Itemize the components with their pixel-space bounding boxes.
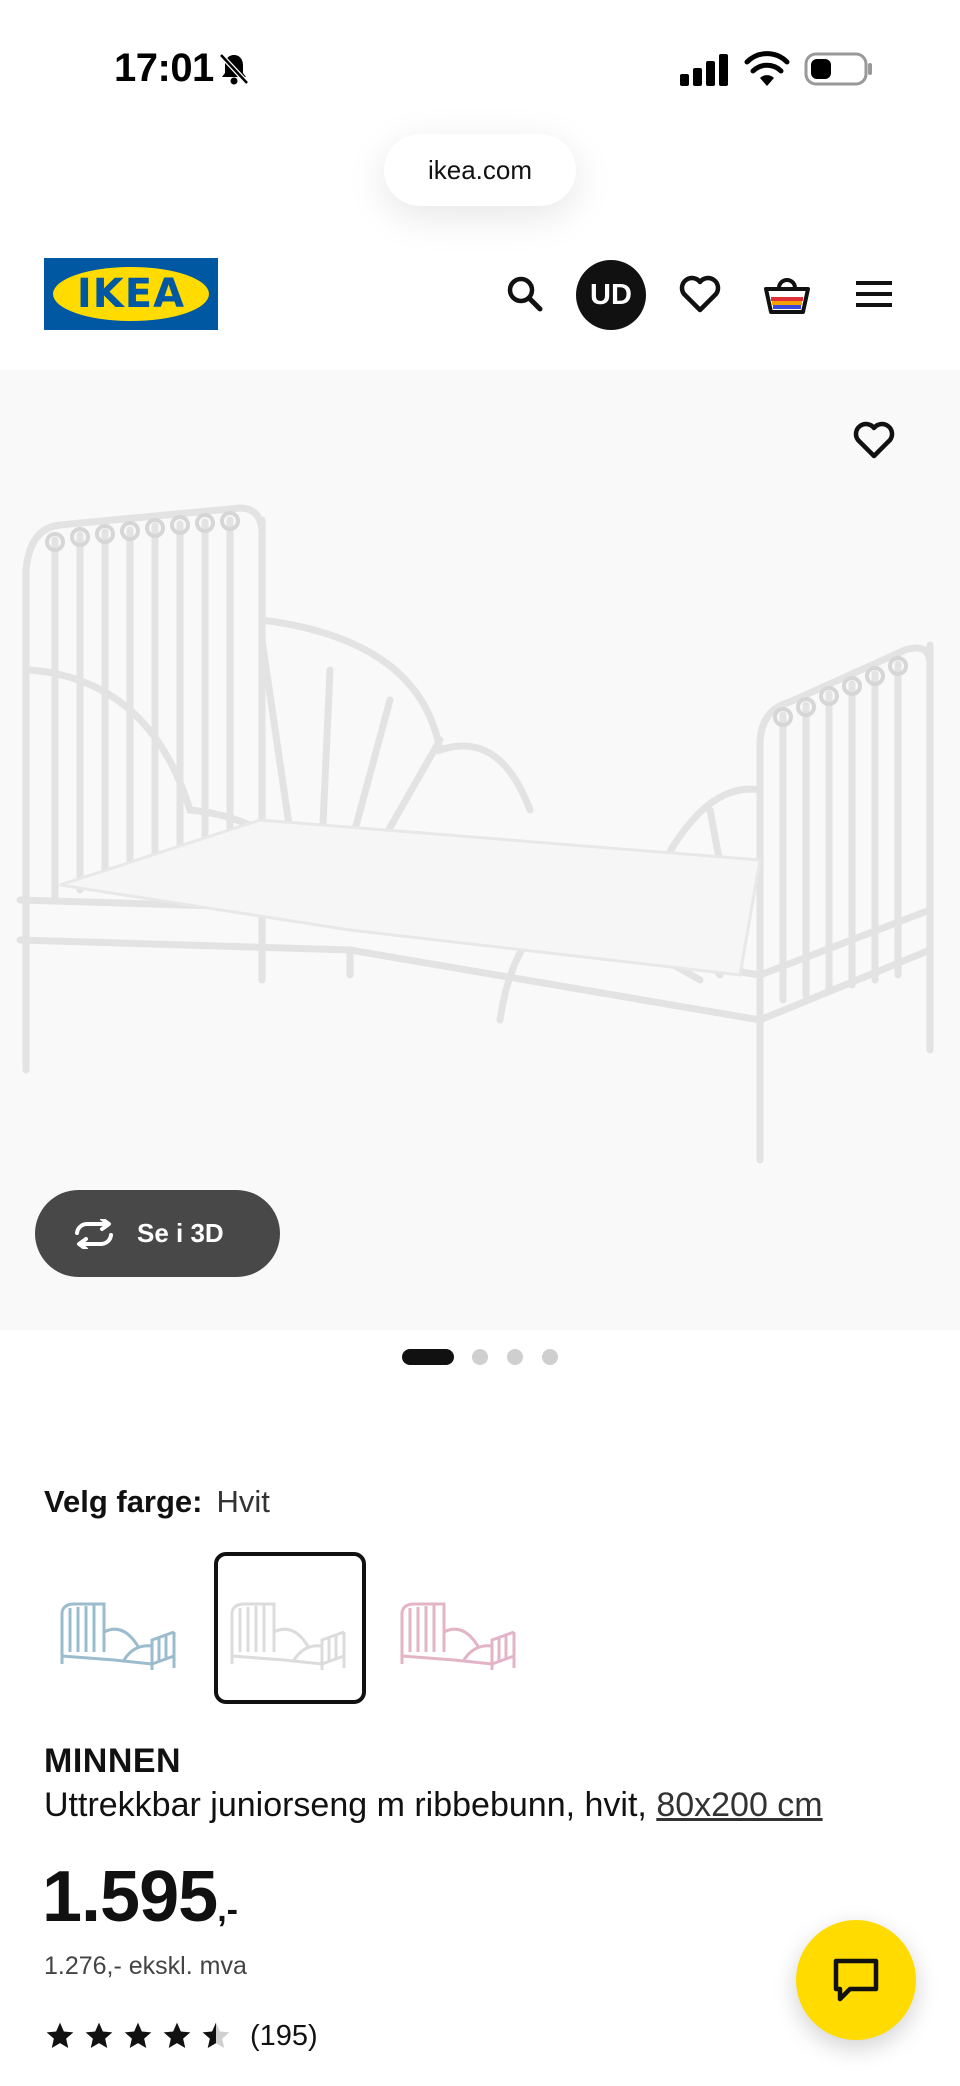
price-main: 1.595 bbox=[42, 1857, 218, 1937]
star-half-icon bbox=[202, 2022, 230, 2048]
menu-button[interactable] bbox=[846, 264, 902, 324]
selected-color-value: Hvit bbox=[216, 1484, 270, 1519]
star-full-icon bbox=[46, 2022, 74, 2048]
pagination-dot-active[interactable] bbox=[402, 1349, 454, 1365]
review-count[interactable]: (195) bbox=[250, 2020, 318, 2053]
color-chooser-label: Velg farge: bbox=[44, 1484, 203, 1519]
cart-icon bbox=[764, 278, 810, 314]
star-full-icon bbox=[124, 2022, 152, 2048]
product-name: MINNEN bbox=[44, 1742, 182, 1780]
rotate-3d-icon bbox=[75, 1218, 113, 1249]
cellular-signal-icon bbox=[680, 54, 728, 86]
logo-text: IKEA bbox=[76, 271, 186, 317]
bell-muted-icon bbox=[219, 53, 249, 85]
product-description: Uttrekkbar juniorseng m ribbebunn, hvit,… bbox=[44, 1786, 823, 1825]
search-icon bbox=[507, 276, 543, 312]
pagination-dot[interactable] bbox=[472, 1349, 488, 1365]
product-size-link[interactable]: 80x200 cm bbox=[656, 1786, 822, 1824]
view-in-3d-label: Se i 3D bbox=[137, 1218, 224, 1248]
color-chooser-heading: Velg farge: Hvit bbox=[44, 1484, 270, 1520]
price-suffix: ,- bbox=[217, 1891, 238, 1929]
swatch-thumbnail-white bbox=[230, 1602, 346, 1670]
star-full-icon bbox=[163, 2022, 191, 2048]
product-image-bed bbox=[16, 504, 934, 1164]
star-full-icon bbox=[85, 2022, 113, 2048]
menu-icon bbox=[856, 281, 892, 307]
pagination-dot[interactable] bbox=[507, 1349, 523, 1365]
product-price: 1.595,- bbox=[42, 1856, 238, 1938]
color-swatch-blue[interactable] bbox=[44, 1552, 196, 1704]
color-swatch-pink[interactable] bbox=[384, 1552, 536, 1704]
cart-button[interactable] bbox=[759, 264, 815, 324]
add-to-favourites-button[interactable] bbox=[846, 412, 902, 468]
account-avatar[interactable]: UD bbox=[576, 260, 646, 330]
chat-icon bbox=[833, 1958, 879, 2002]
color-swatch-white[interactable] bbox=[214, 1552, 366, 1704]
gallery-pagination bbox=[0, 1345, 960, 1367]
wifi-icon bbox=[744, 51, 790, 86]
chat-button[interactable] bbox=[796, 1920, 916, 2040]
swatch-thumbnail-pink bbox=[400, 1602, 516, 1670]
view-in-3d-button[interactable]: Se i 3D bbox=[35, 1190, 280, 1277]
ikea-logo[interactable]: IKEA bbox=[44, 258, 218, 330]
search-button[interactable] bbox=[497, 264, 553, 324]
product-description-text: Uttrekkbar juniorseng m ribbebunn, hvit, bbox=[44, 1786, 647, 1824]
logo-oval: IKEA bbox=[53, 267, 209, 321]
battery-icon bbox=[804, 52, 872, 86]
heart-icon bbox=[853, 421, 895, 459]
rating-stars[interactable] bbox=[44, 2020, 239, 2052]
status-time: 17:01 bbox=[114, 46, 214, 90]
price-ex-vat: 1.276,- ekskl. mva bbox=[44, 1952, 247, 1980]
pagination-dot[interactable] bbox=[542, 1349, 558, 1365]
swatch-thumbnail-blue bbox=[60, 1602, 176, 1670]
heart-icon bbox=[679, 275, 721, 313]
url-bar[interactable]: ikea.com bbox=[384, 134, 576, 206]
status-bar: 17:01 bbox=[0, 0, 960, 130]
favourites-button[interactable] bbox=[672, 264, 728, 324]
